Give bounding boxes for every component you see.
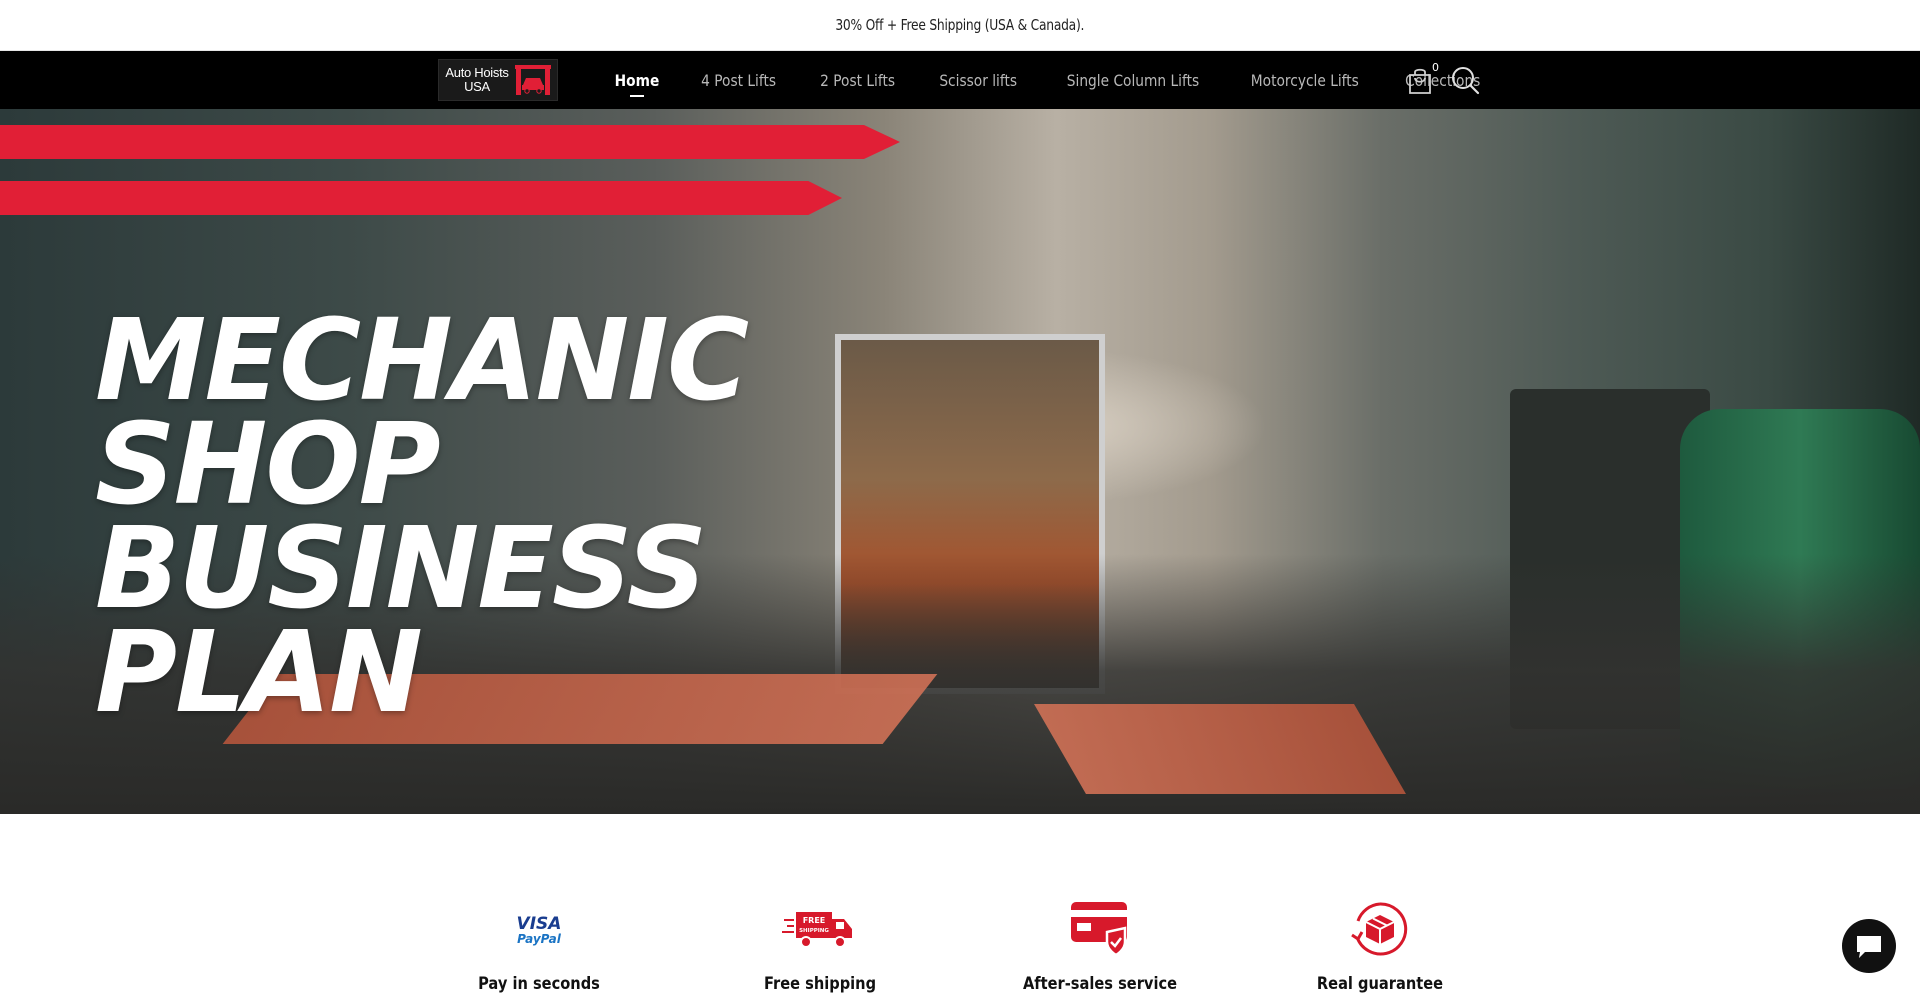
visa-text: VISA bbox=[517, 914, 562, 934]
hero-red-stripe-top bbox=[0, 125, 900, 159]
nav-item-label: Scissor lifts bbox=[939, 70, 1018, 90]
hero-banner[interactable]: MECHANIC SHOP BUSINESS PLAN bbox=[0, 109, 1920, 814]
cart-count: 0 bbox=[1432, 61, 1439, 74]
nav-item-label: Single Column Lifts bbox=[1066, 70, 1199, 90]
shopping-bag-icon bbox=[1409, 68, 1431, 94]
nav-item-label: Motorcycle Lifts bbox=[1250, 70, 1359, 90]
nav-item-2-post-lifts[interactable]: 2 Post Lifts bbox=[798, 51, 917, 109]
hero-title-line: SHOP bbox=[95, 400, 441, 530]
header-icons: 0 bbox=[1405, 51, 1481, 109]
hero-title-line: MECHANIC bbox=[95, 296, 749, 426]
hero-red-stripe-bottom bbox=[0, 181, 842, 215]
feature-pay-in-seconds: VISA PayPal Pay in seconds bbox=[419, 894, 659, 994]
nav-item-single-column-lifts[interactable]: Single Column Lifts bbox=[1040, 51, 1226, 109]
hero-title-line: PLAN bbox=[95, 608, 423, 738]
paypal-text: PayPal bbox=[517, 932, 562, 946]
logo-line-2: USA bbox=[464, 79, 490, 94]
nav-item-motorcycle-lifts[interactable]: Motorcycle Lifts bbox=[1226, 51, 1384, 109]
box-return-icon bbox=[1260, 894, 1500, 964]
navbar: Auto Hoists USA Home 4 Post Lifts 2 Post… bbox=[0, 51, 1920, 109]
search-button[interactable] bbox=[1449, 64, 1481, 96]
nav-item-4-post-lifts[interactable]: 4 Post Lifts bbox=[679, 51, 798, 109]
card-check-icon bbox=[980, 894, 1220, 964]
shipping-text: SHIPPING bbox=[799, 928, 829, 934]
car-lift-icon bbox=[515, 65, 551, 95]
free-shipping-truck-icon: FREE SHIPPING bbox=[700, 894, 940, 964]
nav-item-label: 4 Post Lifts bbox=[701, 70, 776, 90]
feature-free-shipping: FREE SHIPPING Free shipping bbox=[700, 894, 940, 994]
free-text: FREE bbox=[803, 916, 826, 925]
nav-item-label: 2 Post Lifts bbox=[820, 70, 896, 90]
feature-title: Free shipping bbox=[763, 974, 877, 994]
visa-paypal-icon: VISA PayPal bbox=[419, 894, 659, 964]
hero-bg-lift-rail-right bbox=[1034, 704, 1406, 794]
announcement-bar: 30% Off + Free Shipping (USA & Canada). bbox=[0, 0, 1920, 51]
site-logo[interactable]: Auto Hoists USA bbox=[438, 59, 558, 101]
features-row: VISA PayPal Pay in seconds FREE SHIPPING… bbox=[0, 814, 1920, 994]
main-nav: Home 4 Post Lifts 2 Post Lifts Scissor l… bbox=[595, 51, 1503, 109]
logo-line-1: Auto Hoists bbox=[445, 65, 509, 80]
nav-item-label: Home bbox=[614, 70, 660, 90]
chat-bubble-icon bbox=[1857, 936, 1881, 958]
nav-item-home[interactable]: Home bbox=[595, 51, 679, 109]
cart-button[interactable]: 0 bbox=[1405, 61, 1439, 97]
feature-real-guarantee: Real guarantee bbox=[1260, 894, 1500, 994]
feature-title: Pay in seconds bbox=[478, 974, 600, 994]
chat-button[interactable] bbox=[1842, 919, 1896, 973]
announcement-text: 30% Off + Free Shipping (USA & Canada). bbox=[835, 16, 1085, 34]
feature-title: Real guarantee bbox=[1316, 974, 1444, 994]
feature-after-sales-service: After-sales service bbox=[980, 894, 1220, 994]
nav-item-scissor-lifts[interactable]: Scissor lifts bbox=[917, 51, 1039, 109]
logo-text: Auto Hoists USA bbox=[445, 66, 509, 94]
hero-title: MECHANIC SHOP BUSINESS PLAN bbox=[95, 296, 749, 738]
hero-title-line: BUSINESS bbox=[95, 504, 707, 634]
feature-title: After-sales service bbox=[1022, 974, 1178, 994]
search-icon bbox=[1452, 67, 1480, 95]
